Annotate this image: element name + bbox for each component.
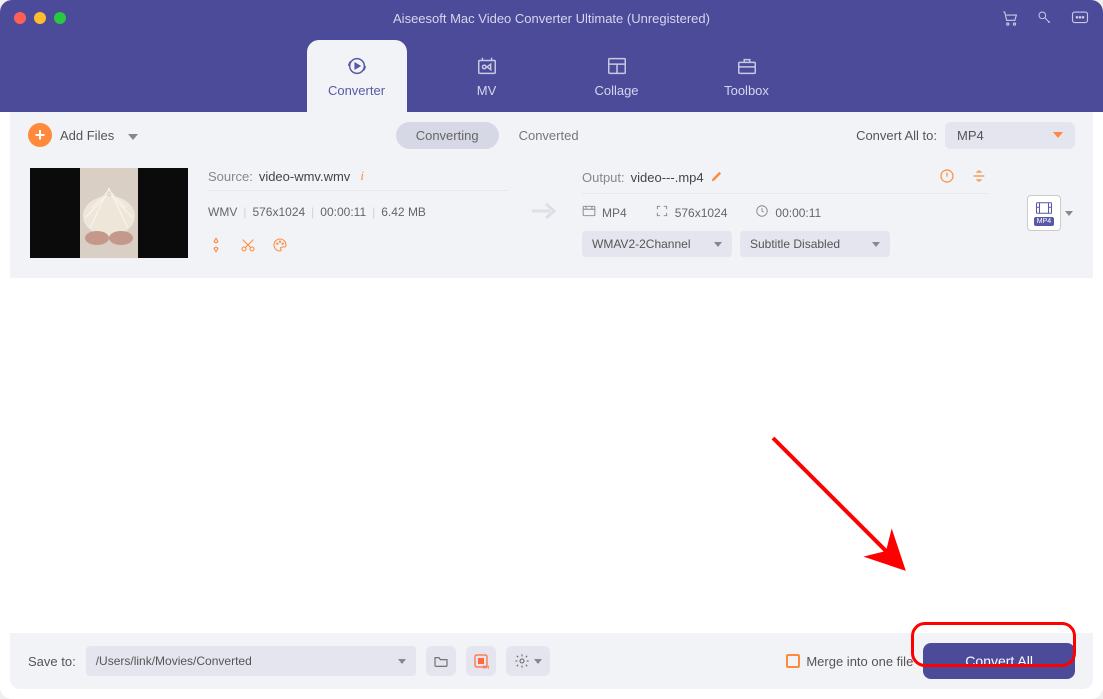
video-icon: [582, 205, 596, 220]
tab-converted[interactable]: Converted: [499, 122, 599, 149]
close-window-button[interactable]: [14, 12, 26, 24]
tab-toolbox-label: Toolbox: [724, 83, 769, 98]
gear-icon: [514, 653, 530, 669]
audio-track-select[interactable]: WMAV2-2Channel: [582, 231, 732, 257]
info-icon[interactable]: i: [360, 168, 364, 184]
edit-icon[interactable]: [710, 169, 724, 186]
format-card: MP4: [1027, 195, 1061, 231]
tab-mv[interactable]: MV: [437, 40, 537, 112]
output-duration: 00:00:11: [775, 206, 821, 220]
subtitle-value: Subtitle Disabled: [750, 237, 840, 251]
add-files-button[interactable]: + Add Files: [28, 123, 138, 147]
sub-toolbar: + Add Files Converting Converted Convert…: [10, 112, 1093, 158]
save-to-path-select[interactable]: /Users/link/Movies/Converted: [86, 646, 416, 676]
video-thumbnail[interactable]: [30, 168, 188, 258]
subtitle-select[interactable]: Subtitle Disabled: [740, 231, 890, 257]
convert-all-to-label: Convert All to:: [856, 128, 937, 143]
main-tabs: Converter MV Collage Toolbox: [0, 36, 1103, 112]
source-size: 6.42 MB: [381, 205, 426, 219]
annotation-arrow: [763, 428, 923, 588]
warning-icon[interactable]: [939, 168, 955, 187]
feedback-icon[interactable]: [1071, 10, 1089, 26]
arrow-right-icon: [532, 201, 558, 226]
output-format-picker[interactable]: MP4: [1027, 195, 1073, 231]
compress-icon[interactable]: [208, 237, 224, 253]
cart-icon[interactable]: [1001, 9, 1019, 27]
settings-button[interactable]: [506, 646, 550, 676]
convert-all-button[interactable]: Convert All: [923, 643, 1075, 679]
maximize-window-button[interactable]: [54, 12, 66, 24]
source-resolution: 576x1024: [252, 205, 305, 219]
open-folder-button[interactable]: [426, 646, 456, 676]
file-list: Source: video-wmv.wmv i WMV| 576x1024| 0…: [10, 158, 1093, 278]
tab-collage-label: Collage: [594, 83, 638, 98]
output-format: MP4: [602, 206, 627, 220]
source-duration: 00:00:11: [320, 205, 366, 219]
audio-track-value: WMAV2-2Channel: [592, 237, 690, 251]
chevron-down-icon: [1065, 211, 1073, 216]
merge-label: Merge into one file: [806, 654, 913, 669]
file-row: Source: video-wmv.wmv i WMV| 576x1024| 0…: [30, 168, 1073, 258]
empty-area: [10, 278, 1093, 633]
tab-converter[interactable]: Converter: [307, 40, 407, 112]
minimize-window-button[interactable]: [34, 12, 46, 24]
tab-mv-label: MV: [477, 83, 497, 98]
resolution-icon: [655, 204, 669, 221]
save-to-label: Save to:: [28, 654, 76, 669]
convert-all-format-select[interactable]: MP4: [945, 122, 1075, 149]
cut-icon[interactable]: [240, 237, 256, 253]
svg-text:ON: ON: [482, 665, 489, 670]
source-format: WMV: [208, 205, 237, 219]
chevron-down-icon: [534, 659, 542, 664]
output-resolution: 576x1024: [675, 206, 728, 220]
merge-checkbox-group[interactable]: Merge into one file: [786, 654, 913, 669]
palette-icon[interactable]: [272, 237, 288, 253]
source-label: Source:: [208, 169, 253, 184]
tab-converting[interactable]: Converting: [396, 122, 499, 149]
clock-icon: [755, 204, 769, 221]
key-icon[interactable]: [1037, 10, 1053, 26]
tab-converter-label: Converter: [328, 83, 385, 98]
chevron-down-icon[interactable]: [128, 128, 138, 143]
status-toggle: Converting Converted: [396, 122, 599, 149]
tab-toolbox[interactable]: Toolbox: [697, 40, 797, 112]
chevron-down-icon: [398, 659, 406, 664]
merge-checkbox[interactable]: [786, 654, 800, 668]
output-filename: video---.mp4: [631, 170, 704, 185]
format-badge: MP4: [1034, 217, 1054, 226]
output-label: Output:: [582, 170, 625, 185]
chevron-down-icon: [1053, 132, 1063, 138]
source-meta: WMV| 576x1024| 00:00:11| 6.42 MB: [208, 205, 508, 219]
add-files-label: Add Files: [60, 128, 114, 143]
save-to-path-value: /Users/link/Movies/Converted: [96, 654, 252, 668]
plus-icon: +: [28, 123, 52, 147]
source-filename: video-wmv.wmv: [259, 169, 351, 184]
title-bar: Aiseesoft Mac Video Converter Ultimate (…: [0, 0, 1103, 36]
enhance-icon[interactable]: [971, 168, 987, 187]
bottom-bar: Save to: /Users/link/Movies/Converted ON…: [10, 633, 1093, 689]
chevron-down-icon: [714, 242, 722, 247]
chevron-down-icon: [872, 242, 880, 247]
convert-all-format-value: MP4: [957, 128, 984, 143]
gpu-accel-button[interactable]: ON: [466, 646, 496, 676]
tab-collage[interactable]: Collage: [567, 40, 667, 112]
window-title: Aiseesoft Mac Video Converter Ultimate (…: [0, 11, 1103, 26]
